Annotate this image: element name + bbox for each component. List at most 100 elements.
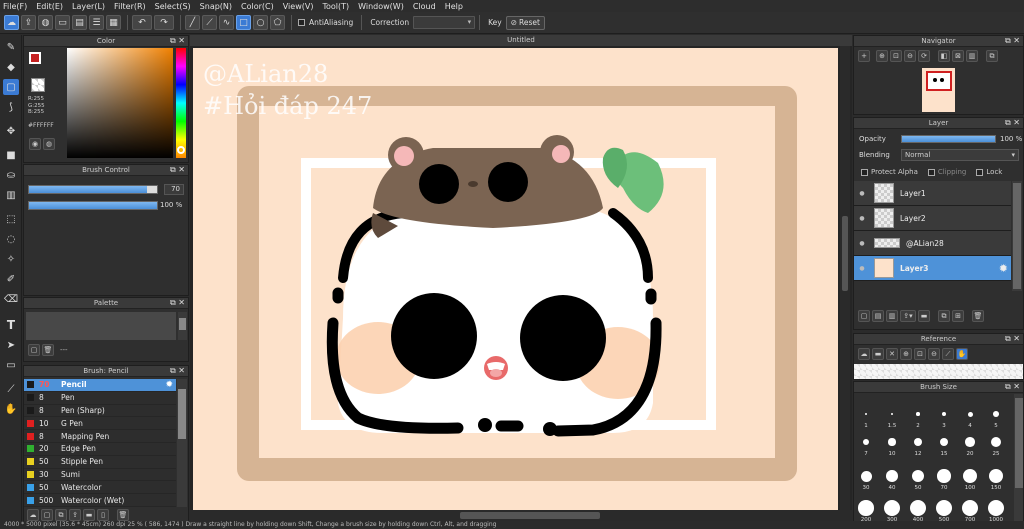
- menu-snap[interactable]: Snap(N): [200, 2, 232, 11]
- brush-size-slider[interactable]: [28, 185, 158, 194]
- brush-delete-icon[interactable]: 🗑: [117, 509, 129, 521]
- brush-copy-icon[interactable]: ⧉: [55, 509, 67, 521]
- foreground-color-swatch[interactable]: [29, 52, 41, 64]
- move-tool-icon[interactable]: ✥: [3, 123, 19, 139]
- curve-tool-icon[interactable]: ∿: [219, 15, 234, 30]
- brush-size-preset[interactable]: [993, 411, 999, 417]
- brush-size-preset[interactable]: [937, 469, 951, 483]
- correction-select[interactable]: ▾: [413, 16, 476, 29]
- canvas-horizontal-scrollbar[interactable]: [190, 510, 852, 521]
- lasso-select-icon[interactable]: ◌: [3, 231, 19, 247]
- brush-item[interactable]: 30 Sumi: [24, 468, 176, 482]
- grid-icon[interactable]: ▦: [106, 15, 121, 30]
- duplicate-layer-icon[interactable]: ⧉: [938, 310, 950, 322]
- new-layer-icon[interactable]: ▢: [858, 310, 870, 322]
- rectangle-tool-icon[interactable]: □: [236, 15, 251, 30]
- hand-tool-icon[interactable]: ✋: [3, 401, 19, 417]
- brush-item[interactable]: 8 Pen: [24, 391, 176, 405]
- brush-add-icon[interactable]: ▢: [41, 509, 53, 521]
- view-mode-icon[interactable]: ▥: [966, 50, 978, 62]
- redo-icon[interactable]: ↷: [154, 15, 174, 30]
- menu-edit[interactable]: Edit(E): [36, 2, 63, 11]
- visibility-icon[interactable]: ●: [854, 190, 870, 197]
- brush-size-preset[interactable]: [941, 411, 947, 417]
- layer-opacity-slider[interactable]: [901, 135, 996, 143]
- brush-size-value[interactable]: 70: [164, 184, 184, 195]
- menu-cloud[interactable]: Cloud: [413, 2, 436, 11]
- brush-size-preset[interactable]: [886, 470, 898, 482]
- brush-page-icon[interactable]: ▯: [97, 509, 109, 521]
- zoom-out-icon[interactable]: ⊕: [876, 50, 888, 62]
- brush-size-preset[interactable]: [988, 468, 1004, 484]
- select-eraser-icon[interactable]: ⌫: [3, 291, 19, 307]
- brush-size-preset[interactable]: [858, 500, 874, 516]
- brush-opacity-slider[interactable]: [28, 201, 158, 210]
- layer-settings-icon[interactable]: ✹: [999, 262, 1008, 275]
- frame-tool-icon[interactable]: ▭: [3, 357, 19, 373]
- polygon-tool-icon[interactable]: ⬠: [270, 15, 285, 30]
- operation-tool-icon[interactable]: ➤: [3, 337, 19, 353]
- delete-layer-icon[interactable]: 🗑: [972, 310, 984, 322]
- reference-eyedropper-icon[interactable]: ⟋: [942, 348, 954, 360]
- zoom-in-icon[interactable]: +: [858, 50, 870, 62]
- brush-export-icon[interactable]: ⇪: [69, 509, 81, 521]
- menu-help[interactable]: Help: [445, 2, 463, 11]
- ellipse-tool-icon[interactable]: ○: [253, 15, 268, 30]
- flip-icon[interactable]: ◧: [938, 50, 950, 62]
- palette-delete-icon[interactable]: 🗑: [42, 344, 54, 356]
- brush-size-scrollbar[interactable]: [1014, 394, 1023, 528]
- reference-cloud-icon[interactable]: ☁: [858, 348, 870, 360]
- brush-item[interactable]: 8 Pen (Sharp): [24, 404, 176, 418]
- zoom-icon[interactable]: ⊖: [904, 50, 916, 62]
- visibility-icon[interactable]: ●: [854, 265, 870, 272]
- reference-hand-icon[interactable]: ✋: [956, 348, 968, 360]
- canvas-vertical-scrollbar[interactable]: [840, 46, 850, 516]
- bucket-tool-icon[interactable]: ⛀: [3, 167, 19, 183]
- reset-view-icon[interactable]: ⊠: [952, 50, 964, 62]
- brush-size-preset[interactable]: [916, 412, 920, 416]
- visibility-icon[interactable]: ●: [854, 215, 870, 222]
- palette-scrollbar[interactable]: [178, 312, 187, 340]
- panel-close-icon[interactable]: ⧉ ✕: [1005, 382, 1020, 392]
- panel-close-icon[interactable]: ⧉ ✕: [170, 366, 185, 376]
- brush-size-preset[interactable]: [988, 500, 1004, 516]
- layer-row[interactable]: ● Layer2: [854, 206, 1011, 231]
- brush-size-preset[interactable]: [860, 470, 872, 482]
- brush-size-preset[interactable]: [890, 412, 894, 416]
- visibility-icon[interactable]: ●: [854, 240, 870, 247]
- select-pen-icon[interactable]: ✐: [3, 271, 19, 287]
- select-rect-tool-icon[interactable]: ▢: [3, 79, 19, 95]
- menu-layer[interactable]: Layer(L): [72, 2, 105, 11]
- saturation-value-picker[interactable]: [67, 48, 173, 158]
- palette-add-icon[interactable]: ▢: [28, 344, 40, 356]
- brush-size-preset[interactable]: [914, 438, 922, 446]
- layer-row[interactable]: ● Layer1: [854, 181, 1011, 206]
- magic-wand-icon[interactable]: ✧: [3, 251, 19, 267]
- panel-close-icon[interactable]: ⧉ ✕: [1005, 36, 1020, 46]
- color-picker-icon[interactable]: ◍: [43, 138, 55, 150]
- panel-close-icon[interactable]: ⧉ ✕: [170, 165, 185, 175]
- export-icon[interactable]: ⇪: [21, 15, 36, 30]
- navigator-preview[interactable]: [922, 68, 955, 112]
- menu-file[interactable]: File(F): [3, 2, 27, 11]
- reference-open-icon[interactable]: ▬: [872, 348, 884, 360]
- gradient-tool-icon[interactable]: ▥: [3, 187, 19, 203]
- menu-filter[interactable]: Filter(R): [114, 2, 146, 11]
- menu-window[interactable]: Window(W): [358, 2, 404, 11]
- brush-item[interactable]: 20 Edge Pen: [24, 442, 176, 456]
- brush-size-preset[interactable]: [939, 437, 949, 447]
- menu-view[interactable]: View(V): [283, 2, 314, 11]
- merge-layer-icon[interactable]: ⊞: [952, 310, 964, 322]
- polyline-tool-icon[interactable]: ⟋: [202, 15, 217, 30]
- select-tool-icon[interactable]: ⬚: [3, 211, 19, 227]
- brush-list-scrollbar[interactable]: [177, 379, 187, 507]
- clipping-checkbox[interactable]: [927, 168, 935, 176]
- reference-close-icon[interactable]: ✕: [886, 348, 898, 360]
- transparent-color-swatch[interactable]: [31, 78, 45, 92]
- hue-handle[interactable]: [177, 146, 185, 154]
- document-icon[interactable]: ▤: [72, 15, 87, 30]
- eraser-tool-icon[interactable]: ◆: [3, 59, 19, 75]
- brush-size-preset[interactable]: [936, 500, 952, 516]
- cloud-icon[interactable]: ☁: [4, 15, 19, 30]
- brush-settings-icon[interactable]: ✹: [165, 380, 173, 390]
